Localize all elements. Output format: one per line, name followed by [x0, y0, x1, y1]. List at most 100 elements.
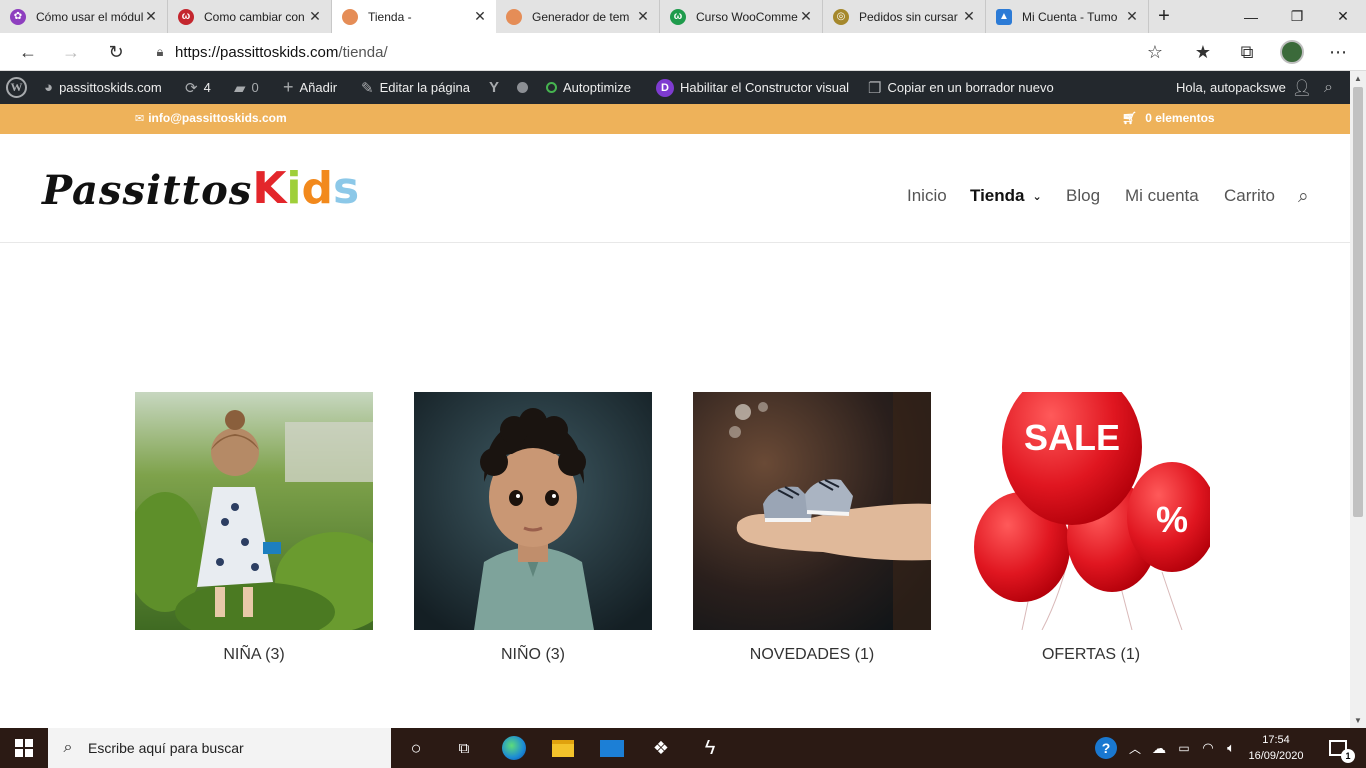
- volume-icon[interactable]: 🔈︎: [1220, 728, 1242, 768]
- autoptimize-status-icon: [546, 82, 557, 93]
- updates-refresh-icon: ⟳: [185, 79, 198, 97]
- battery-icon[interactable]: ▭: [1172, 728, 1196, 768]
- browser-tab[interactable]: ◎ Pedidos sin cursar ✕: [823, 0, 986, 33]
- pencil-icon: ✎: [361, 79, 374, 97]
- wp-updates[interactable]: ⟳ 4: [185, 71, 211, 104]
- close-tab-icon[interactable]: ✕: [961, 8, 977, 25]
- close-tab-icon[interactable]: ✕: [1124, 8, 1140, 25]
- tab-title: Mi Cuenta - Tumo: [1022, 9, 1118, 24]
- browser-tab[interactable]: Generador de tem ✕: [496, 0, 660, 33]
- app-lightning-icon[interactable]: ϟ: [686, 728, 734, 768]
- mini-cart-link[interactable]: 🛒︎ 0 elementos: [1122, 111, 1215, 125]
- category-image-novedades[interactable]: [693, 392, 931, 630]
- browser-tab[interactable]: ✿ Cómo usar el módulo ✕: [0, 0, 168, 33]
- close-tab-icon[interactable]: ✕: [798, 8, 814, 25]
- wp-site-name: passittoskids.com: [59, 80, 162, 95]
- help-icon[interactable]: ?: [1084, 728, 1128, 768]
- close-tab-icon[interactable]: ✕: [635, 8, 651, 25]
- visual-builder-label: Habilitar el Constructor visual: [680, 80, 850, 95]
- category-label-nina[interactable]: NIÑA (3): [135, 646, 373, 664]
- onedrive-cloud-icon[interactable]: ☁: [1146, 728, 1172, 768]
- refresh-icon[interactable]: ↻: [101, 37, 131, 67]
- category-label-nino[interactable]: NIÑO (3): [414, 646, 652, 664]
- wp-site-link[interactable]: ◕ passittoskids.com: [44, 71, 162, 104]
- dropbox-icon[interactable]: ❖: [637, 728, 685, 768]
- scroll-up-arrow-icon[interactable]: ▲: [1354, 74, 1362, 83]
- forward-arrow-icon[interactable]: →: [56, 37, 86, 67]
- site-header: Passittos K i d s Inicio Tienda ⌄ Blog M…: [0, 134, 1350, 243]
- search-icon: ⌕: [63, 739, 73, 756]
- close-tab-icon[interactable]: ✕: [472, 8, 488, 25]
- nav-item-inicio[interactable]: Inicio: [907, 186, 947, 206]
- new-tab-button[interactable]: +: [1149, 0, 1179, 33]
- nav-item-mi-cuenta[interactable]: Mi cuenta: [1125, 186, 1199, 206]
- page-scrollbar[interactable]: ▲ ▼: [1350, 71, 1366, 728]
- wp-search-icon[interactable]: ⌕: [1324, 71, 1333, 104]
- close-window-icon[interactable]: ✕: [1320, 0, 1366, 33]
- green-w-icon: ω: [670, 8, 686, 25]
- edit-page-label: Editar la página: [379, 80, 470, 95]
- collections-icon[interactable]: ⧉: [1232, 37, 1262, 67]
- purple-spiral-icon: ✿: [10, 8, 26, 25]
- category-image-ofertas[interactable]: SALE %: [972, 392, 1210, 630]
- category-label-ofertas[interactable]: OFERTAS (1): [972, 646, 1210, 664]
- more-menu-icon[interactable]: ⋯: [1323, 37, 1353, 67]
- category-image-nino[interactable]: [414, 392, 652, 630]
- url-path: /tienda/: [338, 43, 388, 61]
- browser-tab-active[interactable]: Tienda - ✕: [332, 0, 496, 33]
- maximize-icon[interactable]: ❐: [1274, 0, 1320, 33]
- search-placeholder: Escribe aquí para buscar: [88, 740, 244, 756]
- wp-comments[interactable]: ▰ 0: [234, 71, 259, 104]
- wp-user-menu[interactable]: Hola, autopackswe 👤︎: [1176, 71, 1312, 104]
- close-tab-icon[interactable]: ✕: [143, 8, 159, 25]
- comment-bubble-icon: ▰: [234, 79, 246, 97]
- mail-icon[interactable]: [588, 728, 636, 768]
- file-explorer-icon[interactable]: [539, 728, 587, 768]
- contact-email: info@passittoskids.com: [148, 111, 287, 125]
- wp-copy-draft[interactable]: ❐ Copiar en un borrador nuevo: [868, 71, 1054, 104]
- category-image-nina[interactable]: [135, 392, 373, 630]
- chevron-up-icon[interactable]: ︿: [1124, 728, 1146, 768]
- nav-label: Tienda: [970, 186, 1025, 205]
- yoast-seo-icon[interactable]: Y: [489, 71, 499, 104]
- browser-tab[interactable]: ▲ Mi Cuenta - Tumo ✕: [986, 0, 1149, 33]
- contact-email-link[interactable]: ✉ info@passittoskids.com: [135, 111, 287, 125]
- system-clock[interactable]: 17:54 16/09/2020: [1243, 732, 1309, 764]
- minimize-icon[interactable]: —: [1228, 0, 1274, 33]
- edge-browser-icon[interactable]: [490, 728, 538, 768]
- cart-count: 0 elementos: [1145, 111, 1215, 125]
- site-top-bar: ✉ info@passittoskids.com 🛒︎ 0 elementos: [0, 104, 1350, 134]
- close-tab-icon[interactable]: ✕: [307, 8, 323, 25]
- url-field[interactable]: 🔒︎ https://passittoskids.com/tienda/: [145, 37, 1175, 67]
- category-label-novedades[interactable]: NOVEDADES (1): [693, 646, 931, 664]
- address-bar-row: ← → ↻ 🔒︎ https://passittoskids.com/tiend…: [0, 33, 1366, 71]
- search-icon[interactable]: ⌕: [1298, 186, 1309, 208]
- nav-item-carrito[interactable]: Carrito: [1224, 186, 1275, 206]
- cortana-circle-icon[interactable]: ○: [392, 728, 440, 768]
- back-arrow-icon[interactable]: ←: [13, 37, 43, 67]
- sale-text: SALE: [1024, 417, 1120, 458]
- nav-item-tienda[interactable]: Tienda ⌄: [970, 186, 1042, 206]
- wordpress-logo-icon[interactable]: W: [6, 71, 27, 104]
- scrollbar-thumb[interactable]: [1353, 87, 1363, 517]
- nav-label: Blog: [1066, 186, 1101, 205]
- windows-start-icon[interactable]: [0, 728, 48, 768]
- taskbar-search-box[interactable]: ⌕ Escribe aquí para buscar: [48, 728, 391, 768]
- task-view-icon[interactable]: ⧉: [440, 728, 488, 768]
- scroll-down-arrow-icon[interactable]: ▼: [1354, 716, 1362, 725]
- browser-tab[interactable]: ω Como cambiar con ✕: [168, 0, 332, 33]
- wp-edit-page[interactable]: ✎ Editar la página: [361, 71, 470, 104]
- wp-visual-builder[interactable]: D Habilitar el Constructor visual: [656, 71, 849, 104]
- notifications-icon[interactable]: 1: [1318, 728, 1358, 768]
- favorites-list-icon[interactable]: ★: [1188, 37, 1218, 67]
- browser-tab[interactable]: ω Curso WooComme ✕: [660, 0, 823, 33]
- wp-autoptimize[interactable]: Autoptimize: [546, 71, 631, 104]
- site-logo[interactable]: Passittos K i d s: [42, 162, 359, 214]
- tab-title: Como cambiar con: [204, 9, 305, 24]
- nav-item-blog[interactable]: Blog: [1066, 186, 1100, 206]
- clock-date: 16/09/2020: [1248, 750, 1304, 762]
- wp-add-new[interactable]: + Añadir: [283, 71, 337, 104]
- favorite-star-icon[interactable]: ☆: [1140, 37, 1170, 67]
- wifi-icon[interactable]: ◠: [1196, 728, 1220, 768]
- profile-avatar[interactable]: [1277, 37, 1307, 67]
